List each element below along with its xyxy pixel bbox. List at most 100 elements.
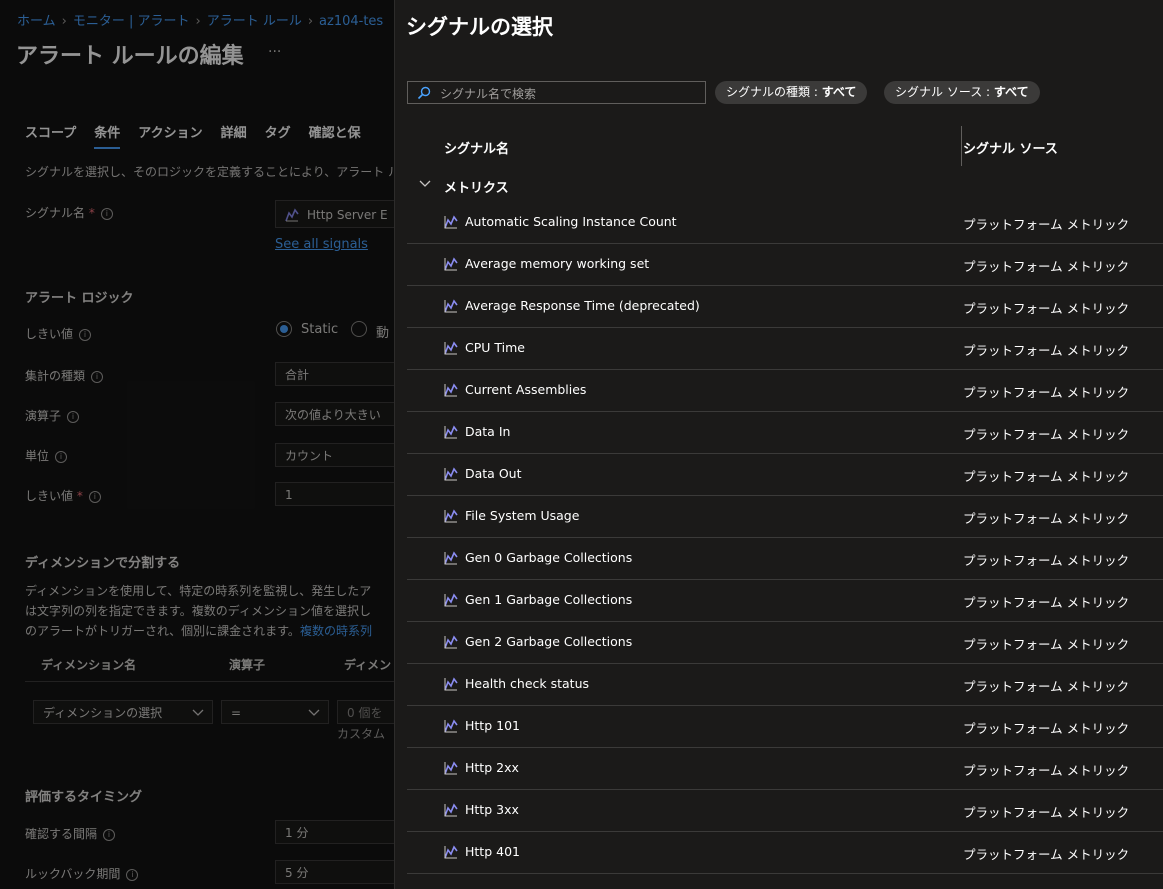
- threshold-label: しきい値 i: [25, 325, 92, 342]
- signal-source: プラットフォーム メトリック: [963, 301, 1130, 316]
- alert-logic-heading: アラート ロジック: [25, 291, 134, 306]
- signal-name[interactable]: Gen 1 Garbage Collections: [465, 592, 632, 607]
- table-row[interactable]: CPU Time プラットフォーム メトリック: [407, 328, 1163, 370]
- check-interval-select[interactable]: 1 分: [275, 820, 400, 844]
- signal-name[interactable]: CPU Time: [465, 340, 525, 355]
- signal-name[interactable]: Gen 0 Garbage Collections: [465, 550, 632, 565]
- metric-chart-icon: [444, 593, 458, 607]
- table-row[interactable]: Http 2xx プラットフォーム メトリック: [407, 748, 1163, 790]
- threshold-static-radio[interactable]: [276, 321, 292, 337]
- table-row[interactable]: Gen 0 Garbage Collections プラットフォーム メトリック: [407, 538, 1163, 580]
- table-row[interactable]: Data In プラットフォーム メトリック: [407, 412, 1163, 454]
- lookback-period-select[interactable]: 5 分: [275, 860, 400, 884]
- signal-name-field[interactable]: Http Server E: [275, 200, 400, 228]
- tab-scope[interactable]: スコープ: [25, 122, 76, 149]
- signal-name[interactable]: Automatic Scaling Instance Count: [465, 214, 677, 229]
- signal-name[interactable]: Data Out: [465, 466, 521, 481]
- aggregation-label: 集計の種類 i: [25, 367, 104, 384]
- dimension-operator-column: 演算子: [229, 658, 266, 672]
- table-row[interactable]: Automatic Scaling Instance Count プラットフォー…: [407, 202, 1163, 244]
- chevron-down-icon[interactable]: [419, 180, 431, 188]
- dimension-select[interactable]: ディメンションの選択: [33, 700, 213, 724]
- table-row[interactable]: Http 3xx プラットフォーム メトリック: [407, 790, 1163, 832]
- metric-chart-icon: [444, 635, 458, 649]
- signal-name[interactable]: Gen 2 Garbage Collections: [465, 634, 632, 649]
- chevron-down-icon: [192, 709, 204, 716]
- signal-name[interactable]: Health check status: [465, 676, 589, 691]
- more-options-button[interactable]: ...: [268, 40, 281, 56]
- column-resize-handle[interactable]: [961, 126, 962, 166]
- breadcrumb-alert-rules[interactable]: アラート ルール: [207, 14, 302, 29]
- tab-actions[interactable]: アクション: [138, 122, 202, 149]
- tab-review[interactable]: 確認と保: [309, 122, 361, 149]
- multiple-timeseries-link[interactable]: 複数の時系列: [300, 624, 372, 638]
- info-icon: i: [55, 450, 68, 463]
- aggregation-select[interactable]: 合計: [275, 362, 400, 386]
- table-row[interactable]: Health check status プラットフォーム メトリック: [407, 664, 1163, 706]
- table-row[interactable]: Average memory working set プラットフォーム メトリッ…: [407, 244, 1163, 286]
- operator-label: 演算子 i: [25, 407, 80, 424]
- info-icon: i: [100, 207, 113, 220]
- unit-select[interactable]: カウント: [275, 443, 400, 467]
- metric-chart-icon: [444, 341, 458, 355]
- wizard-tabs: スコープ 条件 アクション 詳細 タグ 確認と保: [25, 122, 379, 149]
- metric-chart-icon: [444, 677, 458, 691]
- signal-source-filter[interactable]: シグナル ソース : すべて: [884, 81, 1040, 104]
- signal-name[interactable]: File System Usage: [465, 508, 579, 523]
- condition-description: シグナルを選択し、そのロジックを定義することにより、アラート ルー: [25, 165, 400, 179]
- metric-chart-icon: [444, 719, 458, 733]
- operator-select[interactable]: 次の値より大きい: [275, 402, 400, 426]
- info-icon: i: [79, 328, 92, 341]
- alert-rule-edit-page: ホーム › モニター | アラート › アラート ルール › az104-tes アラート …: [0, 0, 400, 889]
- search-input[interactable]: [438, 82, 702, 105]
- table-row[interactable]: Http 101 プラットフォーム メトリック: [407, 706, 1163, 748]
- threshold-value-input[interactable]: 1: [275, 482, 400, 506]
- table-header: シグナル名 シグナル ソース: [395, 126, 1163, 166]
- signal-search-box[interactable]: [407, 81, 706, 105]
- threshold-dynamic-radio[interactable]: [351, 321, 367, 337]
- column-header-signal-name[interactable]: シグナル名: [444, 138, 509, 157]
- table-row[interactable]: Gen 1 Garbage Collections プラットフォーム メトリック: [407, 580, 1163, 622]
- signal-type-filter[interactable]: シグナルの種類 : すべて: [715, 81, 868, 104]
- signal-name[interactable]: Http 401: [465, 844, 520, 859]
- signal-name[interactable]: Http 101: [465, 718, 520, 733]
- tab-details[interactable]: 詳細: [221, 122, 247, 149]
- evaluation-heading: 評価するタイミング: [25, 790, 143, 805]
- signal-name[interactable]: Average memory working set: [465, 256, 649, 271]
- table-row[interactable]: File System Usage プラットフォーム メトリック: [407, 496, 1163, 538]
- tab-condition[interactable]: 条件: [94, 122, 121, 149]
- search-icon: [417, 86, 431, 100]
- dimension-operator-select[interactable]: =: [221, 700, 329, 724]
- breadcrumb-monitor-alerts[interactable]: モニター | アラート: [73, 14, 190, 29]
- signal-name[interactable]: Http 3xx: [465, 802, 519, 817]
- metric-chart-icon: [444, 425, 458, 439]
- panel-title: シグナルの選択: [406, 15, 553, 39]
- info-icon: i: [103, 828, 116, 841]
- group-header-metrics[interactable]: メトリクス: [407, 170, 1163, 202]
- see-all-signals-link[interactable]: See all signals: [275, 237, 368, 252]
- metric-chart-icon: [444, 383, 458, 397]
- metric-chart-icon: [444, 803, 458, 817]
- divider: [25, 681, 400, 682]
- breadcrumb-home[interactable]: ホーム: [17, 14, 56, 29]
- signal-name[interactable]: Data In: [465, 424, 510, 439]
- signal-name[interactable]: Current Assemblies: [465, 382, 586, 397]
- tab-tags[interactable]: タグ: [265, 122, 291, 149]
- signal-name[interactable]: Average Response Time (deprecated): [465, 298, 700, 313]
- metric-chart-icon: [444, 551, 458, 565]
- signal-source: プラットフォーム メトリック: [963, 637, 1130, 652]
- dimension-text-1: ディメンションを使用して、特定の時系列を監視し、発生したア: [25, 584, 372, 598]
- metric-chart-icon: [444, 299, 458, 313]
- table-row[interactable]: Data Out プラットフォーム メトリック: [407, 454, 1163, 496]
- column-header-signal-source[interactable]: シグナル ソース: [963, 138, 1058, 157]
- breadcrumb: ホーム › モニター | アラート › アラート ルール › az104-tes: [17, 14, 384, 29]
- table-row[interactable]: Http 401 プラットフォーム メトリック: [407, 832, 1163, 874]
- table-row[interactable]: Current Assemblies プラットフォーム メトリック: [407, 370, 1163, 412]
- table-row[interactable]: Gen 2 Garbage Collections プラットフォーム メトリック: [407, 622, 1163, 664]
- breadcrumb-resource[interactable]: az104-tes: [319, 14, 383, 29]
- chevron-down-icon: [308, 709, 320, 716]
- threshold-dynamic-label: 動: [376, 326, 390, 341]
- signal-name[interactable]: Http 2xx: [465, 760, 519, 775]
- dimension-value-select[interactable]: 0 個を: [337, 700, 400, 724]
- table-row[interactable]: Average Response Time (deprecated) プラットフ…: [407, 286, 1163, 328]
